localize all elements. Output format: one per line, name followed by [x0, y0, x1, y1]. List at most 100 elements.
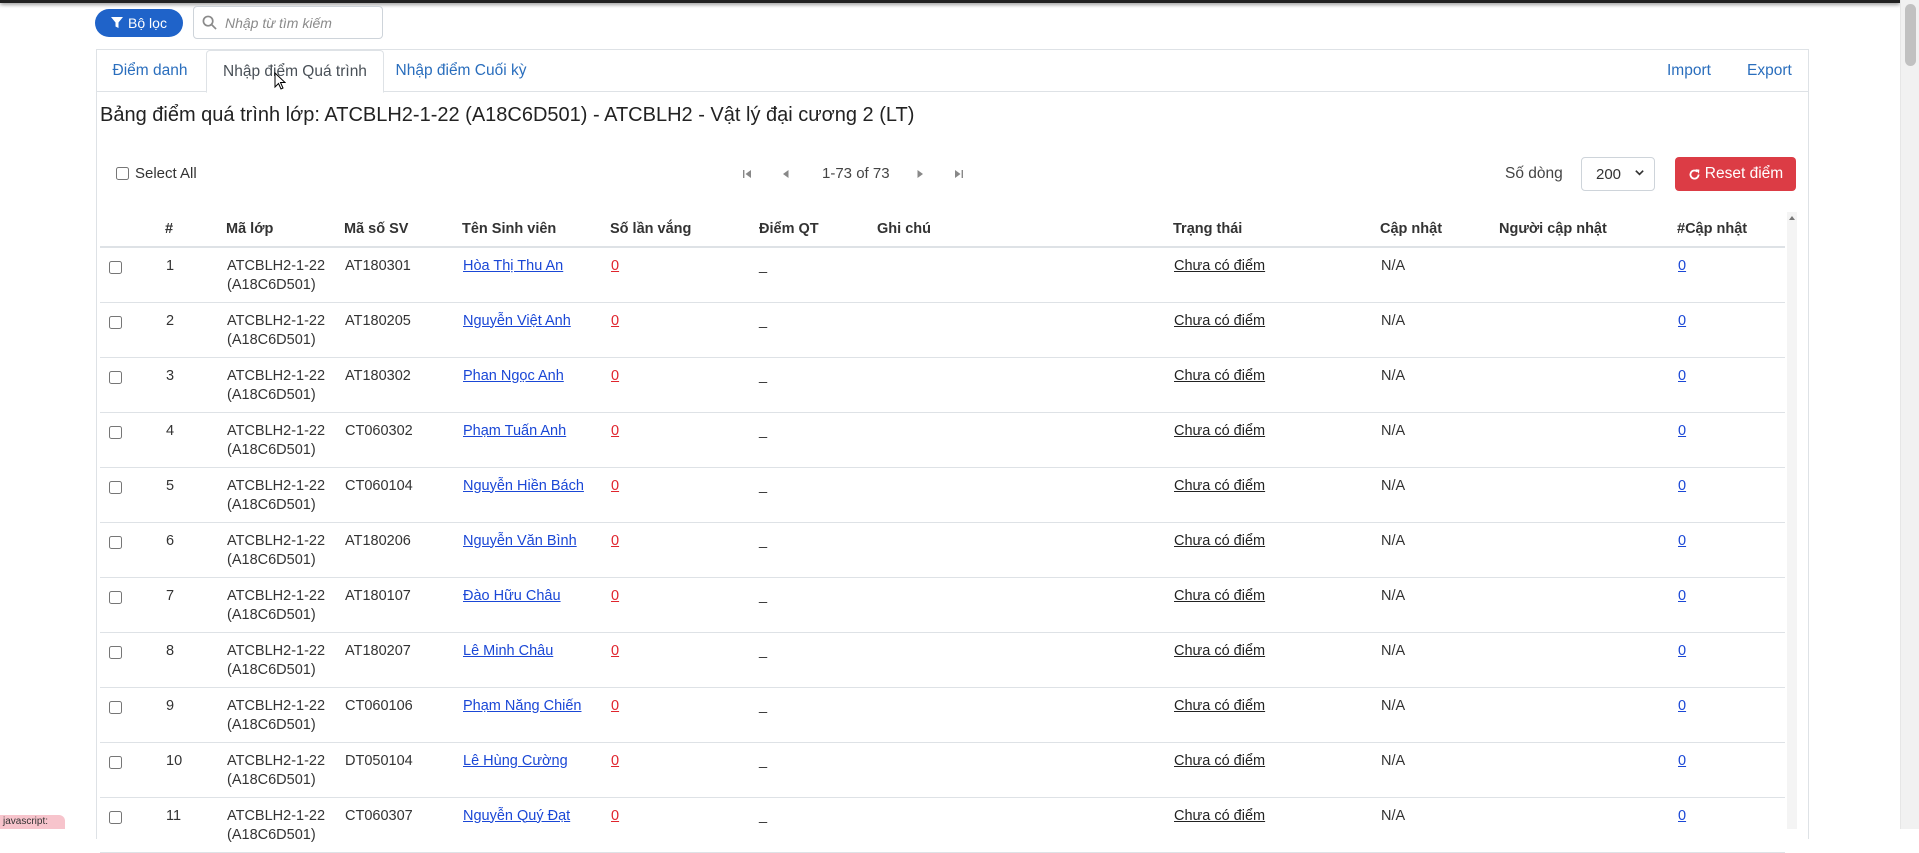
row-checkbox[interactable] — [109, 261, 122, 274]
student-id: CT060307 — [344, 797, 462, 853]
status-link[interactable]: Chưa có điểm — [1174, 588, 1265, 604]
student-id: AT180207 — [344, 632, 462, 688]
student-name-link[interactable]: Nguyễn Quý Đạt — [463, 808, 570, 824]
table-row: 10 ATCBLH2-1-22 (A18C6D501) DT050104 Lê Hùng… — [100, 742, 1785, 798]
absent-count-link[interactable]: 0 — [611, 588, 619, 604]
note — [877, 797, 1173, 853]
filter-button[interactable]: Bộ lọc — [95, 9, 183, 37]
student-name-link[interactable]: Phan Ngọc Anh — [463, 368, 564, 384]
scroll-up-icon[interactable] — [1788, 214, 1796, 222]
row-checkbox[interactable] — [109, 645, 122, 659]
absent-count-link[interactable]: 0 — [611, 313, 619, 329]
header-cell[interactable]: Ghi chú — [877, 212, 1173, 248]
update-count-link[interactable]: 0 — [1678, 753, 1686, 769]
update-count-cell: 0 — [1677, 522, 1785, 578]
select-all[interactable]: Select All — [116, 165, 197, 182]
class-code: ATCBLH2-1-22 — [227, 312, 326, 329]
update-count-link[interactable]: 0 — [1678, 368, 1686, 384]
update-count-link[interactable]: 0 — [1678, 478, 1686, 494]
student-name-link[interactable]: Hòa Thị Thu An — [463, 258, 563, 274]
search-field[interactable] — [193, 6, 383, 39]
row-checkbox[interactable] — [109, 370, 122, 384]
page-title: Bảng điểm quá trình lớp: ATCBLH2-1-22 (A… — [100, 104, 915, 126]
row-checkbox[interactable] — [109, 535, 122, 549]
row-number: 2 — [165, 302, 226, 358]
status-link[interactable]: Chưa có điểm — [1174, 313, 1265, 329]
prev-page-icon[interactable] — [778, 166, 794, 182]
header-cell[interactable]: Mã lớp — [226, 212, 344, 248]
status-link[interactable]: Chưa có điểm — [1174, 423, 1265, 439]
absent-count-link[interactable]: 0 — [611, 423, 619, 439]
absent-count-link[interactable]: 0 — [611, 698, 619, 714]
status-link[interactable]: Chưa có điểm — [1174, 258, 1265, 274]
header-cell[interactable]: Số lần vắng — [610, 212, 759, 248]
row-checkbox[interactable] — [109, 480, 122, 494]
header-cell[interactable]: Cập nhật — [1380, 212, 1499, 248]
header-cell[interactable]: # — [165, 212, 226, 248]
student-name-link[interactable]: Phạm Năng Chiến — [463, 698, 582, 714]
row-checkbox[interactable] — [109, 810, 122, 824]
header-cell[interactable]: Trạng thái — [1173, 212, 1380, 248]
absent-count-link[interactable]: 0 — [611, 753, 619, 769]
first-page-icon[interactable] — [739, 166, 755, 182]
updated-at: N/A — [1380, 687, 1499, 743]
class-code-cell: ATCBLH2-1-22 (A18C6D501) — [226, 357, 344, 413]
status-link[interactable]: Chưa có điểm — [1174, 533, 1265, 549]
absent-count-link[interactable]: 0 — [611, 478, 619, 494]
header-cell[interactable]: Điểm QT — [759, 212, 877, 248]
export-link[interactable]: Export — [1747, 50, 1792, 92]
update-count-link[interactable]: 0 — [1678, 423, 1686, 439]
student-name-link[interactable]: Nguyễn Việt Anh — [463, 313, 571, 329]
update-count-link[interactable]: 0 — [1678, 533, 1686, 549]
updater — [1499, 357, 1677, 413]
header-cell[interactable]: Mã số SV — [344, 212, 462, 248]
student-name-link[interactable]: Nguyễn Văn Bình — [463, 533, 577, 549]
student-name-link[interactable]: Nguyễn Hiền Bách — [463, 478, 584, 494]
reset-grades-button[interactable]: Reset điểm — [1675, 157, 1796, 191]
status-link[interactable]: Chưa có điểm — [1174, 808, 1265, 824]
update-count-link[interactable]: 0 — [1678, 808, 1686, 824]
row-checkbox[interactable] — [109, 700, 122, 714]
rows-per-page-select[interactable]: 200 — [1581, 157, 1655, 191]
tab-attendance[interactable]: Điểm danh — [96, 50, 204, 92]
import-link[interactable]: Import — [1667, 50, 1711, 92]
student-id: CT060106 — [344, 687, 462, 743]
row-checkbox[interactable] — [109, 425, 122, 439]
absent-count-link[interactable]: 0 — [611, 533, 619, 549]
student-name-link[interactable]: Phạm Tuấn Anh — [463, 423, 566, 439]
row-checkbox[interactable] — [109, 755, 122, 769]
absent-count-link[interactable]: 0 — [611, 808, 619, 824]
status-link[interactable]: Chưa có điểm — [1174, 753, 1265, 769]
row-checkbox[interactable] — [109, 590, 122, 604]
header-cell[interactable]: Người cập nhật — [1499, 212, 1677, 248]
update-count-link[interactable]: 0 — [1678, 698, 1686, 714]
select-all-checkbox[interactable] — [116, 167, 129, 180]
absent-count-link[interactable]: 0 — [611, 368, 619, 384]
tab-process-grades[interactable]: Nhập điểm Quá trình — [206, 50, 384, 93]
student-name-link[interactable]: Đào Hữu Châu — [463, 588, 561, 604]
update-count-link[interactable]: 0 — [1678, 643, 1686, 659]
row-checkbox[interactable] — [109, 315, 122, 329]
header-cell[interactable]: #Cập nhật — [1677, 212, 1785, 248]
student-name-link[interactable]: Lê Hùng Cường — [463, 753, 568, 769]
header-cell[interactable]: Tên Sinh viên — [462, 212, 610, 248]
table-scrollbar[interactable] — [1787, 212, 1797, 829]
next-page-icon[interactable] — [912, 166, 928, 182]
last-page-icon[interactable] — [951, 166, 967, 182]
page-scrollbar-thumb[interactable] — [1905, 4, 1916, 66]
status-link[interactable]: Chưa có điểm — [1174, 643, 1265, 659]
student-name-link[interactable]: Lê Minh Châu — [463, 643, 553, 659]
update-count-link[interactable]: 0 — [1678, 258, 1686, 274]
update-count-cell: 0 — [1677, 467, 1785, 523]
status-link[interactable]: Chưa có điểm — [1174, 698, 1265, 714]
status-link[interactable]: Chưa có điểm — [1174, 368, 1265, 384]
absent-count-link[interactable]: 0 — [611, 643, 619, 659]
search-input[interactable] — [223, 13, 373, 32]
status-link[interactable]: Chưa có điểm — [1174, 478, 1265, 494]
absent-count-link[interactable]: 0 — [611, 258, 619, 274]
tab-final-grades[interactable]: Nhập điểm Cuối kỳ — [386, 50, 536, 92]
page-scrollbar[interactable] — [1900, 0, 1919, 829]
process-score: _ — [759, 302, 877, 358]
update-count-link[interactable]: 0 — [1678, 313, 1686, 329]
update-count-link[interactable]: 0 — [1678, 588, 1686, 604]
